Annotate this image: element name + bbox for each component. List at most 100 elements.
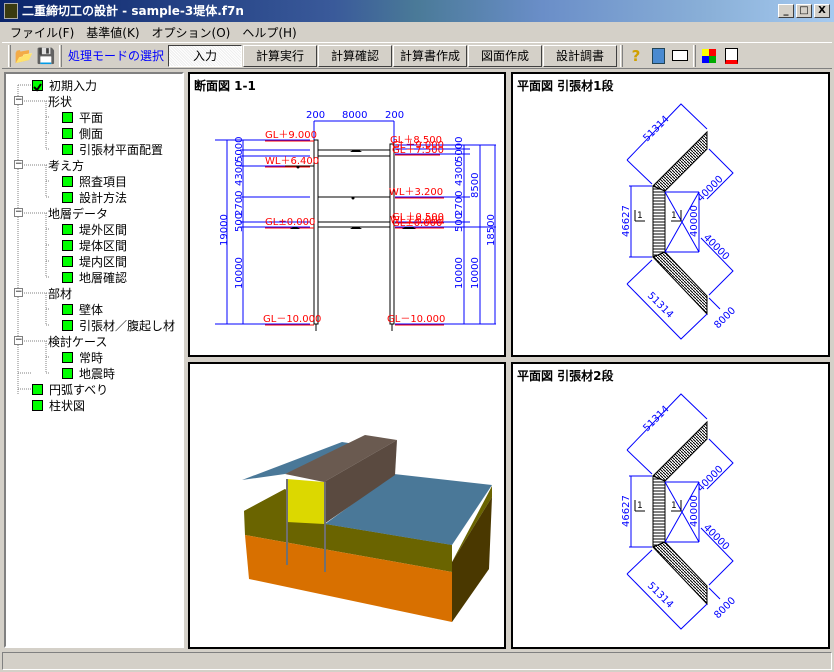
status-icon <box>62 303 73 315</box>
close-button[interactable]: X <box>814 4 830 18</box>
menu-help[interactable]: ヘルプ(H) <box>236 22 302 41</box>
mode-input-button[interactable]: 入力 <box>168 44 243 67</box>
straight-wall <box>652 185 666 258</box>
tree-item[interactable]: 堤外区間 <box>62 221 127 237</box>
collapse-toggle[interactable]: − <box>14 208 23 217</box>
tree-item[interactable]: 堤内区間 <box>62 253 127 269</box>
toolbar-grip[interactable] <box>59 44 62 67</box>
tree-item[interactable]: 壁体 <box>62 301 103 317</box>
maximize-button[interactable]: □ <box>796 4 812 18</box>
tree-item[interactable]: 考え方 <box>48 157 84 173</box>
collapse-toggle[interactable]: − <box>14 336 23 345</box>
help-icon[interactable]: ? <box>625 45 647 67</box>
3d-view-panel[interactable] <box>188 362 506 649</box>
right-dim: 10000 <box>470 257 481 289</box>
tree-item[interactable]: 柱状図 <box>32 397 85 413</box>
plan-dim: 8000 <box>712 305 738 331</box>
plan-dim: 46627 <box>621 495 632 527</box>
tree-item[interactable]: 堤体区間 <box>62 237 127 253</box>
save-icon[interactable]: 💾 <box>35 45 57 67</box>
plan-view-1-panel[interactable]: 平面図 引張材1段 11 51314 40000 46627 40000 400… <box>511 72 830 357</box>
plan-dim: 8000 <box>712 595 738 621</box>
status-icon <box>32 383 43 395</box>
tree-item[interactable]: 形状 <box>48 93 72 109</box>
tree-item-label: 検討ケース <box>48 334 108 349</box>
title-bar: 二重締切工の設計 - sample-3堤体.f7n _ □ X <box>0 0 834 22</box>
tree-item[interactable]: 地層データ <box>48 205 108 221</box>
collapse-toggle[interactable]: − <box>14 288 23 297</box>
toolbar-grip[interactable] <box>620 44 624 67</box>
mode-drawing-button[interactable]: 図面作成 <box>468 44 543 67</box>
right-dim: 4300 <box>454 161 465 186</box>
top-dim-middle: 8000 <box>342 110 367 121</box>
mode-report-button[interactable]: 計算書作成 <box>393 44 468 67</box>
minimize-button[interactable]: _ <box>778 4 794 18</box>
color-settings-icon[interactable] <box>698 45 720 67</box>
tree-item-label: 照査項目 <box>79 174 128 189</box>
tree-item-label: 側面 <box>79 126 104 141</box>
menu-standard[interactable]: 基準値(K) <box>80 22 145 41</box>
menu-file[interactable]: ファイル(F) <box>4 22 80 41</box>
tree-item[interactable]: 地震時 <box>62 365 115 381</box>
right-dim: 8500 <box>470 173 481 198</box>
tree-item[interactable]: 常時 <box>62 349 103 365</box>
plan-view-2-panel[interactable]: 平面図 引張材2段 11 51314 40000 46627 40000 400… <box>511 362 830 649</box>
left-dim-embed: 10000 <box>234 257 245 289</box>
tree-item[interactable]: 引張材／腹起し材 <box>62 317 175 333</box>
level-label: WL＋6.400 <box>265 156 319 167</box>
app-icon <box>4 3 18 19</box>
toolbar-grip[interactable] <box>8 44 11 67</box>
tree-item-label: 円弧すべり <box>49 382 109 397</box>
open-folder-icon[interactable]: 📂 <box>13 45 35 67</box>
tree-item-label: 地層データ <box>48 206 109 221</box>
tree-item[interactable]: 円弧すべり <box>32 381 108 397</box>
plan-dim: 51314 <box>641 404 671 434</box>
toolbar-grip[interactable] <box>693 44 697 67</box>
straight-wall <box>652 475 666 548</box>
window-layout-icon[interactable] <box>647 45 669 67</box>
menu-options[interactable]: オプション(O) <box>146 22 237 41</box>
input-tree[interactable]: 初期入力 − 形状 平面 側面 引張材平面配置 − 考え方 照査項目 設計方法 − 地層データ 堤外区間… <box>4 72 184 648</box>
level-label: GL＋9.000 <box>265 130 317 141</box>
left-dim-total: 19000 <box>219 214 230 246</box>
card-icon[interactable] <box>669 45 691 67</box>
plan-dim: 51314 <box>641 114 671 144</box>
plan-dim: 40000 <box>689 205 700 237</box>
tree-item[interactable]: 設計方法 <box>62 189 127 205</box>
left-dim: 4300 <box>234 161 245 186</box>
tree-item[interactable]: 照査項目 <box>62 173 127 189</box>
print-settings-icon[interactable] <box>720 45 742 67</box>
diagonal-wall <box>652 130 708 192</box>
tree-item-label: 堤内区間 <box>79 254 128 269</box>
plan-dim: 40000 <box>689 495 700 527</box>
left-dim: 2700 <box>234 191 245 216</box>
left-dim: 5000 <box>234 137 245 162</box>
tree-item[interactable]: 部材 <box>48 285 72 301</box>
plan-drawing: 1 1 51314 40000 46627 40000 40000 51314 8… <box>621 393 738 630</box>
tree-item-label: 考え方 <box>48 158 85 173</box>
tree-item[interactable]: 引張材平面配置 <box>62 141 163 157</box>
status-icon <box>62 175 73 187</box>
tree-item-label: 平面 <box>79 110 104 125</box>
level-label: GL±0.000 <box>392 218 442 229</box>
tree-item[interactable]: 平面 <box>62 109 103 125</box>
status-icon <box>62 143 73 155</box>
tree-item[interactable]: 検討ケース <box>48 333 107 349</box>
tree-item-label: 堤体区間 <box>79 238 128 253</box>
collapse-toggle[interactable]: − <box>14 96 23 105</box>
checked-status-icon <box>32 79 43 92</box>
tree-item[interactable]: 側面 <box>62 125 103 141</box>
mode-label: 処理モードの選択 <box>68 49 165 63</box>
section-mark: 1 <box>637 211 643 221</box>
tree-item-label: 形状 <box>48 94 73 109</box>
mode-calc-button[interactable]: 計算実行 <box>243 44 318 67</box>
section-view-panel[interactable]: 断面図 1-1 200 8000 200 19000 10000 500 270… <box>188 72 506 357</box>
tree-item[interactable]: 地層確認 <box>62 269 127 285</box>
tree-item[interactable]: 初期入力 <box>32 77 97 93</box>
mode-summary-button[interactable]: 設計調書 <box>543 44 618 67</box>
collapse-toggle[interactable]: − <box>14 160 23 169</box>
level-label: GL－10.000 <box>387 314 445 325</box>
section-mark: 1 <box>671 501 677 511</box>
window-title: 二重締切工の設計 - sample-3堤体.f7n <box>22 4 244 18</box>
mode-check-button[interactable]: 計算確認 <box>318 44 393 67</box>
